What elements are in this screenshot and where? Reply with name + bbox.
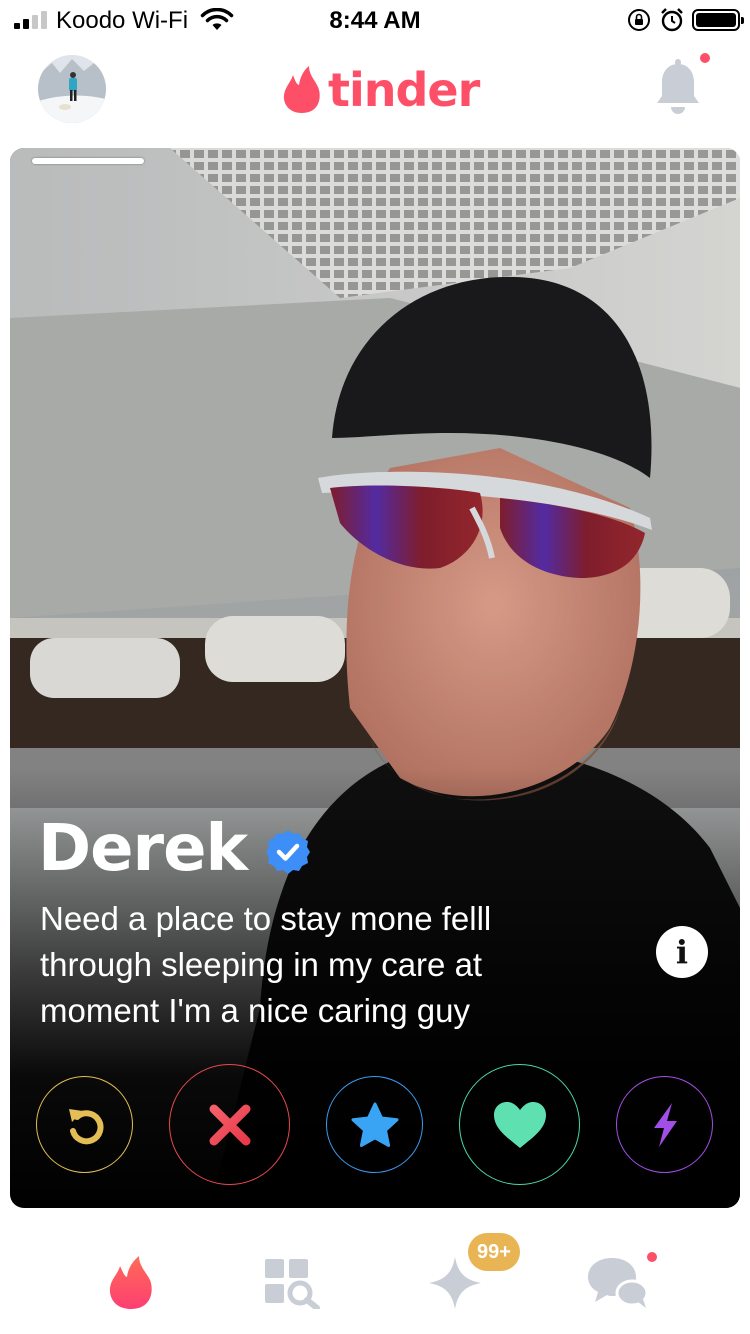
alarm-icon bbox=[661, 8, 683, 32]
bell-icon bbox=[657, 59, 699, 114]
profile-name-row: Derek bbox=[38, 812, 311, 886]
tab-bar bbox=[0, 1218, 750, 1334]
nope-button[interactable] bbox=[169, 1064, 290, 1185]
lightning-icon bbox=[653, 1102, 677, 1147]
explore-grid-icon bbox=[265, 1259, 320, 1309]
profile-name: Derek bbox=[38, 812, 248, 886]
star-icon bbox=[351, 1102, 398, 1147]
profile-card[interactable]: Derek Need a place to stay mone felll th… bbox=[10, 148, 740, 1208]
battery-icon bbox=[692, 9, 744, 31]
profile-avatar[interactable] bbox=[38, 55, 106, 123]
photo-indicator bbox=[32, 158, 144, 164]
verified-badge-icon bbox=[266, 830, 311, 874]
close-icon bbox=[209, 1104, 250, 1145]
info-button[interactable]: i bbox=[656, 926, 708, 978]
profile-bio: Need a place to stay mone felll through … bbox=[40, 900, 492, 1029]
heart-icon bbox=[493, 1101, 546, 1148]
action-bar bbox=[10, 1064, 740, 1185]
rewind-icon bbox=[68, 1108, 103, 1144]
status-bar: Koodo Wi-Fi 8:44 AM bbox=[0, 0, 750, 40]
messages-dot bbox=[647, 1252, 657, 1262]
tinder-flame-icon bbox=[283, 66, 320, 113]
like-button[interactable] bbox=[459, 1064, 580, 1185]
tab-explore[interactable] bbox=[252, 1248, 332, 1318]
tinder-logo[interactable]: tinder bbox=[282, 62, 480, 118]
rotation-lock-icon bbox=[628, 9, 650, 31]
rewind-button[interactable] bbox=[36, 1076, 133, 1173]
gold-badge: 99+ bbox=[468, 1233, 520, 1271]
notifications-button[interactable] bbox=[654, 58, 702, 118]
flame-icon bbox=[109, 1256, 152, 1309]
tab-home[interactable] bbox=[91, 1248, 171, 1318]
chat-bubbles-icon bbox=[588, 1258, 649, 1308]
tab-messages[interactable] bbox=[578, 1248, 658, 1318]
logo-wordmark: tinder bbox=[328, 63, 480, 117]
boost-button[interactable] bbox=[616, 1076, 713, 1173]
notification-dot bbox=[700, 53, 710, 63]
super-like-button[interactable] bbox=[326, 1076, 423, 1173]
